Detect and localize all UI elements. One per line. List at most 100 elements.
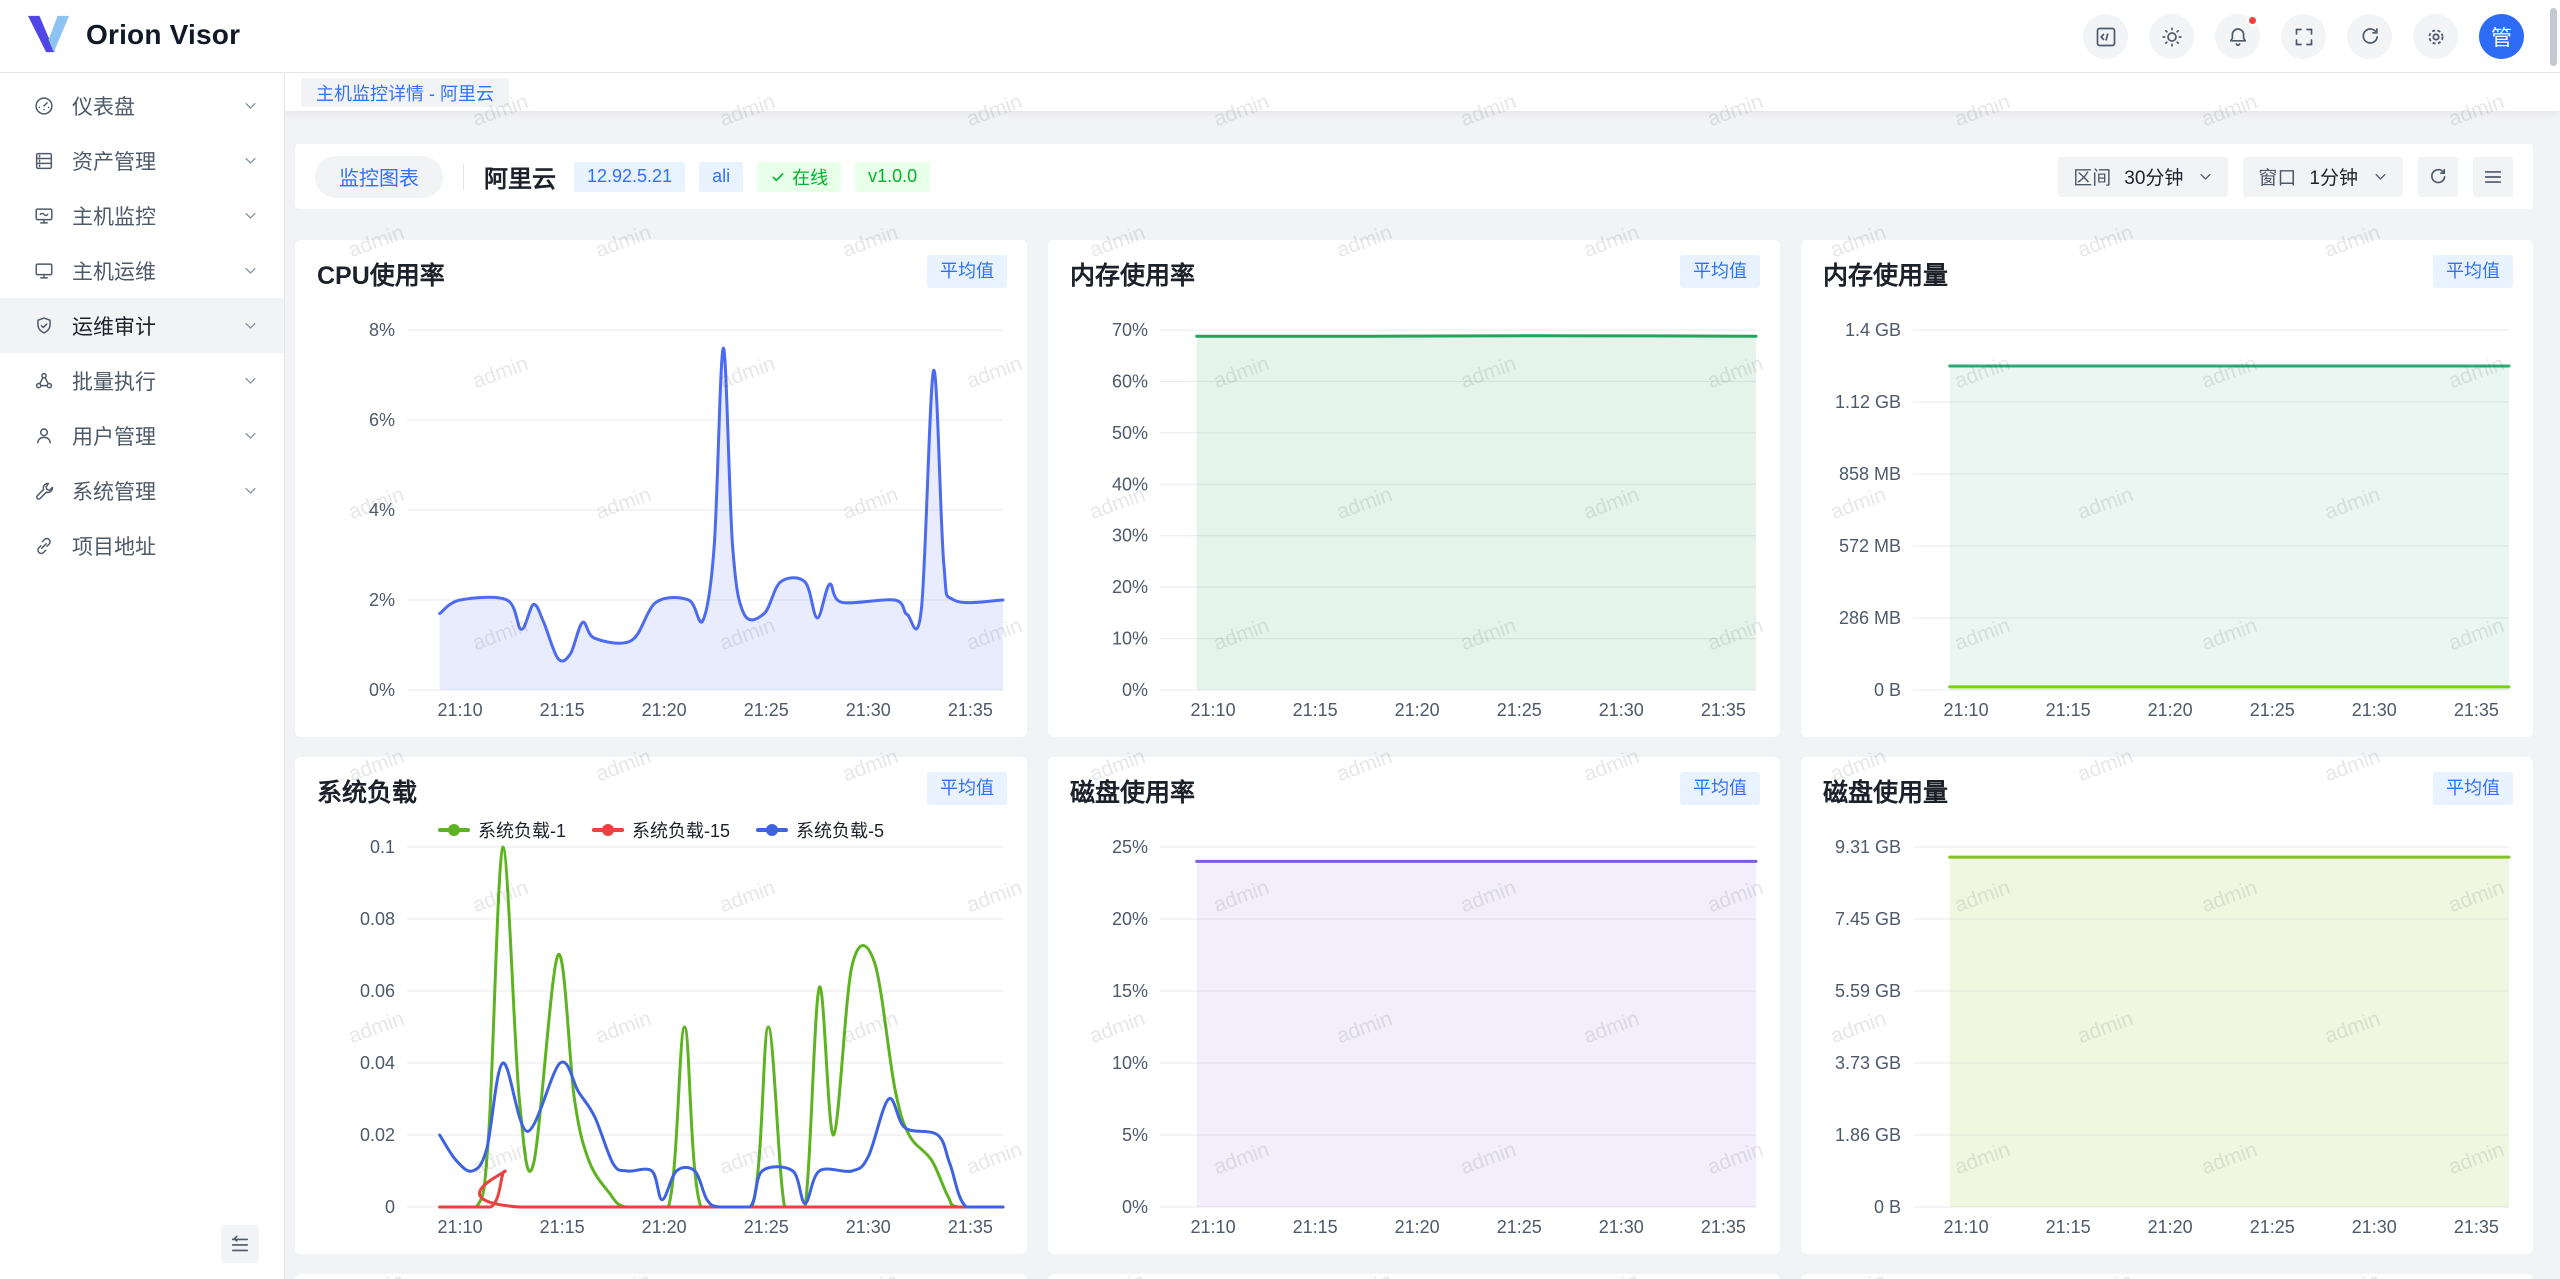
legend-item[interactable]: 系统负载-15 xyxy=(592,817,730,843)
svg-text:1.12 GB: 1.12 GB xyxy=(1835,392,1901,412)
svg-text:0: 0 xyxy=(385,1197,395,1217)
theme-button[interactable] xyxy=(2149,14,2194,59)
bell-icon xyxy=(2226,25,2250,49)
svg-text:858 MB: 858 MB xyxy=(1839,464,1901,484)
fullscreen-button[interactable] xyxy=(2281,14,2326,59)
svg-text:21:15: 21:15 xyxy=(540,1217,585,1237)
chart-plot[interactable]: 70%60%50%40%30%20%10%0%21:1021:1521:2021… xyxy=(1048,298,1780,733)
chart-card-cpu: CPU使用率 平均值 8%6%4%2%0%21:1021:1521:2021:2… xyxy=(295,240,1027,737)
svg-text:0.08: 0.08 xyxy=(360,909,395,929)
menu-icon xyxy=(2482,166,2504,188)
sidebar-item-audit[interactable]: 运维审计 xyxy=(0,298,284,353)
sidebar-item-host-ops[interactable]: 主机运维 xyxy=(0,243,284,298)
svg-text:0%: 0% xyxy=(1122,680,1148,700)
svg-text:21:15: 21:15 xyxy=(1293,700,1338,720)
svg-text:286 MB: 286 MB xyxy=(1839,608,1901,628)
next-row-card xyxy=(1048,1274,1780,1279)
svg-text:9.31 GB: 9.31 GB xyxy=(1835,837,1901,857)
next-row-card xyxy=(295,1274,1027,1279)
chevron-down-icon xyxy=(243,208,258,223)
svg-text:21:25: 21:25 xyxy=(744,700,789,720)
chart-title: 磁盘使用量 xyxy=(1823,773,1948,809)
refresh-icon xyxy=(2358,25,2382,49)
chart-card-mem-pct: 内存使用率 平均值 70%60%50%40%30%20%10%0%21:1021… xyxy=(1048,240,1780,737)
chevron-down-icon xyxy=(243,373,258,388)
refresh-button[interactable] xyxy=(2347,14,2392,59)
legend-item[interactable]: 系统负载-1 xyxy=(438,817,566,843)
chart-title: CPU使用率 xyxy=(317,256,445,292)
sidebar-item-assets[interactable]: 资产管理 xyxy=(0,133,284,188)
view-toggle-monitor-charts[interactable]: 监控图表 xyxy=(315,156,443,198)
scrollbar-thumb[interactable] xyxy=(2550,8,2557,66)
chart-plot[interactable]: 1.4 GB1.12 GB858 MB572 MB286 MB0 B21:102… xyxy=(1801,298,2533,733)
svg-text:21:10: 21:10 xyxy=(438,700,483,720)
svg-text:21:25: 21:25 xyxy=(2250,1217,2295,1237)
svg-text:0%: 0% xyxy=(369,680,395,700)
code-button[interactable] xyxy=(2083,14,2128,59)
monitor-toolbar: 监控图表 阿里云 12.92.5.21 ali 在线 v1.0.0 区间 30分… xyxy=(295,144,2533,209)
toolbar-controls: 区间 30分钟 窗口 1分钟 xyxy=(2058,157,2513,197)
chevron-down-icon xyxy=(243,428,258,443)
tag-ip: 12.92.5.21 xyxy=(574,162,685,192)
tag-status: 在线 xyxy=(757,162,841,192)
host-monitor-icon xyxy=(33,205,55,227)
menu-fold-icon xyxy=(229,1233,251,1255)
chart-title: 内存使用率 xyxy=(1070,256,1195,292)
svg-text:21:20: 21:20 xyxy=(642,1217,687,1237)
charts-layout-button[interactable] xyxy=(2473,157,2513,197)
notifications-button[interactable] xyxy=(2215,14,2260,59)
next-row-card xyxy=(1801,1274,2533,1279)
svg-text:0.06: 0.06 xyxy=(360,981,395,1001)
settings-button[interactable] xyxy=(2413,14,2458,59)
charts-refresh-button[interactable] xyxy=(2418,157,2458,197)
interval-select[interactable]: 区间 30分钟 xyxy=(2058,157,2228,197)
svg-text:50%: 50% xyxy=(1112,423,1148,443)
average-badge: 平均值 xyxy=(1680,772,1760,805)
sidebar-item-host-monitor[interactable]: 主机监控 xyxy=(0,188,284,243)
sidebar-item-system[interactable]: 系统管理 xyxy=(0,463,284,518)
svg-text:0 B: 0 B xyxy=(1874,680,1901,700)
sidebar-item-dashboard[interactable]: 仪表盘 xyxy=(0,78,284,133)
svg-text:20%: 20% xyxy=(1112,577,1148,597)
svg-text:21:35: 21:35 xyxy=(948,1217,993,1237)
svg-text:21:25: 21:25 xyxy=(744,1217,789,1237)
legend-marker-icon xyxy=(438,828,470,832)
gear-icon xyxy=(2424,25,2448,49)
tab-host-monitor-detail[interactable]: 主机监控详情 - 阿里云 xyxy=(301,78,509,107)
sidebar-item-users[interactable]: 用户管理 xyxy=(0,408,284,463)
chart-plot[interactable]: 8%6%4%2%0%21:1021:1521:2021:2521:3021:35 xyxy=(295,298,1027,733)
svg-text:21:30: 21:30 xyxy=(2352,700,2397,720)
chevron-down-icon xyxy=(243,318,258,333)
svg-text:1.86 GB: 1.86 GB xyxy=(1835,1125,1901,1145)
svg-text:30%: 30% xyxy=(1112,526,1148,546)
navbar-actions: 管 xyxy=(2083,14,2524,59)
svg-text:5%: 5% xyxy=(1122,1125,1148,1145)
chart-plot[interactable]: 0.10.080.060.040.02021:1021:1521:2021:25… xyxy=(295,815,1027,1250)
sidebar-item-project-link[interactable]: 项目地址 xyxy=(0,518,284,573)
svg-text:21:10: 21:10 xyxy=(1191,1217,1236,1237)
fullscreen-icon xyxy=(2292,25,2316,49)
svg-text:0.04: 0.04 xyxy=(360,1053,395,1073)
sidebar-item-batch-exec[interactable]: 批量执行 xyxy=(0,353,284,408)
chart-plot[interactable]: 25%20%15%10%5%0%21:1021:1521:2021:2521:3… xyxy=(1048,815,1780,1250)
svg-text:2%: 2% xyxy=(369,590,395,610)
divider xyxy=(463,164,464,190)
v-logo-icon xyxy=(26,14,72,56)
chart-plot[interactable]: 9.31 GB7.45 GB5.59 GB3.73 GB1.86 GB0 B21… xyxy=(1801,815,2533,1250)
svg-text:0.02: 0.02 xyxy=(360,1125,395,1145)
svg-text:21:10: 21:10 xyxy=(1944,700,1989,720)
svg-text:21:10: 21:10 xyxy=(438,1217,483,1237)
svg-text:21:20: 21:20 xyxy=(1395,1217,1440,1237)
svg-text:21:10: 21:10 xyxy=(1191,700,1236,720)
sidebar-collapse-button[interactable] xyxy=(221,1225,259,1263)
legend-label: 系统负载-15 xyxy=(632,817,730,843)
svg-text:21:30: 21:30 xyxy=(2352,1217,2397,1237)
svg-text:21:20: 21:20 xyxy=(2148,700,2193,720)
svg-text:572 MB: 572 MB xyxy=(1839,536,1901,556)
svg-text:70%: 70% xyxy=(1112,320,1148,340)
chart-title: 系统负载 xyxy=(317,773,417,809)
legend-item[interactable]: 系统负载-5 xyxy=(756,817,884,843)
window-select[interactable]: 窗口 1分钟 xyxy=(2243,157,2403,197)
svg-text:25%: 25% xyxy=(1112,837,1148,857)
user-avatar[interactable]: 管 xyxy=(2479,14,2524,59)
